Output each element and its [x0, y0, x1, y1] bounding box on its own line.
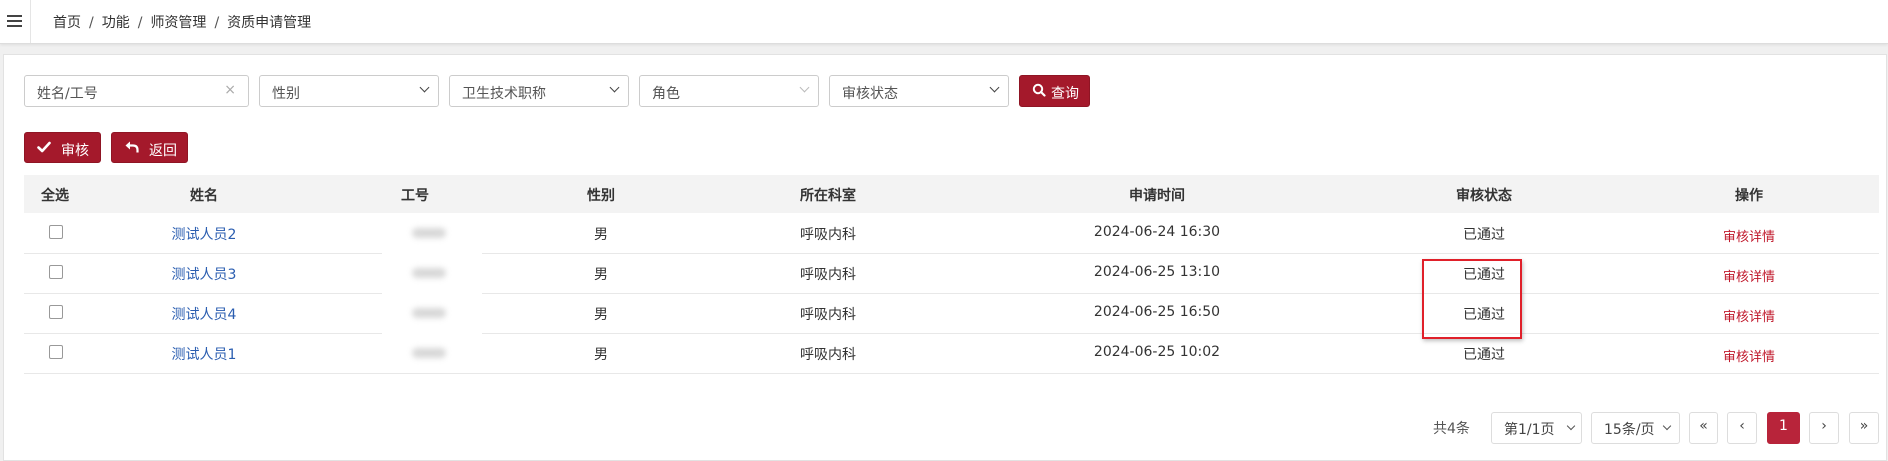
- highlight-annotation-box: [1422, 259, 1522, 339]
- breadcrumb-current: 资质申请管理: [227, 15, 312, 31]
- breadcrumb-separator: /: [214, 15, 220, 31]
- pagination-total: 共4条: [1433, 421, 1470, 437]
- row-checkbox[interactable]: [49, 305, 63, 319]
- gender-header: 性别: [587, 188, 615, 204]
- gender-cell: 男: [594, 227, 608, 243]
- reply-icon: [124, 140, 139, 158]
- staff-id-redacted: [382, 293, 482, 333]
- review-detail-link[interactable]: 审核详情: [1723, 266, 1775, 285]
- last-page-button[interactable]: »: [1849, 412, 1879, 444]
- breadcrumb-separator: /: [89, 15, 94, 31]
- apply-time-cell: 2024-06-25 10:02: [1093, 344, 1221, 360]
- department-cell: 呼吸内科: [800, 307, 856, 323]
- prev-page-button[interactable]: ‹: [1727, 412, 1757, 444]
- id-header: 工号: [401, 188, 429, 204]
- chevron-down-icon: [1566, 421, 1576, 431]
- apply-time-header: 申请时间: [1129, 188, 1185, 204]
- review-button[interactable]: 审核: [24, 132, 101, 163]
- chevron-down-icon: [799, 82, 810, 93]
- current-page-number: 1: [1779, 418, 1788, 434]
- clear-icon[interactable]: ×: [224, 82, 236, 98]
- table-row: 测试人员3 男 呼吸内科 2024-06-25 13:10 已通过 审核详情: [24, 253, 1879, 294]
- breadcrumb-home[interactable]: 首页: [53, 15, 81, 31]
- back-button[interactable]: 返回: [111, 132, 188, 163]
- query-button-label: 查询: [1051, 86, 1079, 102]
- query-button[interactable]: 查询: [1019, 75, 1090, 107]
- status-cell: 已通过: [1463, 347, 1505, 363]
- breadcrumb-teacher-management[interactable]: 师资管理: [150, 15, 206, 31]
- select-all-header[interactable]: 全选: [41, 185, 69, 205]
- apply-time-cell: 2024-06-25 13:10: [1093, 264, 1221, 280]
- department-cell: 呼吸内科: [800, 227, 856, 243]
- role-select[interactable]: 角色: [639, 75, 819, 107]
- review-button-label: 审核: [61, 143, 89, 159]
- operation-header: 操作: [1735, 188, 1763, 204]
- back-button-label: 返回: [149, 143, 177, 159]
- title-select-value: 卫生技术职称: [462, 86, 546, 102]
- row-checkbox[interactable]: [49, 265, 63, 279]
- role-select-value: 角色: [652, 86, 680, 102]
- page-1-button[interactable]: 1: [1767, 412, 1800, 444]
- review-status-header: 审核状态: [1456, 188, 1512, 204]
- staff-name-link[interactable]: 测试人员3: [172, 264, 237, 284]
- top-bar: 首页 / 功能 / 师资管理 / 资质申请管理: [0, 0, 1888, 44]
- check-icon: [37, 140, 51, 158]
- chevron-down-icon: [419, 82, 430, 93]
- status-select-value: 审核状态: [842, 86, 898, 102]
- breadcrumb-separator: /: [137, 15, 143, 31]
- page-size-dropdown[interactable]: 15条/页: [1591, 412, 1680, 444]
- search-input[interactable]: 姓名/工号 ×: [24, 75, 249, 107]
- table-header: 全选 姓名 工号 性别 所在科室 申请时间 审核状态 操作: [24, 175, 1879, 213]
- department-cell: 呼吸内科: [800, 347, 856, 363]
- gender-cell: 男: [594, 347, 608, 363]
- table-row: 测试人员1 男 呼吸内科 2024-06-25 10:02 已通过 审核详情: [24, 333, 1879, 374]
- gender-select[interactable]: 性别: [259, 75, 439, 107]
- gender-cell: 男: [594, 267, 608, 283]
- chevron-down-icon: [1662, 421, 1672, 431]
- last-page-icon: »: [1859, 418, 1869, 434]
- table-row: 测试人员2 男 呼吸内科 2024-06-24 16:30 已通过 审核详情: [24, 213, 1879, 254]
- department-cell: 呼吸内科: [800, 267, 856, 283]
- apply-time-cell: 2024-06-25 16:50: [1093, 304, 1221, 320]
- row-checkbox[interactable]: [49, 345, 63, 359]
- topbar-divider: [30, 0, 31, 43]
- search-input-placeholder: 姓名/工号: [37, 86, 98, 102]
- first-page-button[interactable]: «: [1689, 412, 1718, 444]
- first-page-icon: «: [1699, 418, 1708, 434]
- status-cell: 已通过: [1463, 227, 1505, 243]
- breadcrumb-function[interactable]: 功能: [102, 15, 130, 31]
- chevron-down-icon: [989, 82, 1000, 93]
- page-size-label: 15条/页: [1604, 422, 1655, 438]
- staff-id-redacted: [382, 333, 482, 373]
- next-page-button[interactable]: ›: [1809, 412, 1839, 444]
- menu-icon[interactable]: [3, 10, 25, 32]
- chevron-down-icon: [609, 82, 620, 93]
- review-detail-link[interactable]: 审核详情: [1723, 306, 1775, 325]
- next-page-icon: ›: [1821, 418, 1827, 434]
- review-detail-link[interactable]: 审核详情: [1723, 226, 1775, 245]
- page-info-dropdown[interactable]: 第1/1页: [1491, 412, 1582, 444]
- gender-cell: 男: [594, 307, 608, 323]
- staff-name-link[interactable]: 测试人员4: [172, 304, 237, 324]
- prev-page-icon: ‹: [1739, 418, 1745, 434]
- search-icon: [1032, 82, 1046, 102]
- title-select[interactable]: 卫生技术职称: [449, 75, 629, 107]
- status-select[interactable]: 审核状态: [829, 75, 1009, 107]
- review-detail-link[interactable]: 审核详情: [1723, 346, 1775, 365]
- page-info-label: 第1/1页: [1504, 422, 1555, 438]
- staff-id-redacted: [382, 253, 482, 293]
- staff-name-link[interactable]: 测试人员2: [172, 224, 237, 244]
- row-checkbox[interactable]: [49, 225, 63, 239]
- department-header: 所在科室: [800, 188, 856, 204]
- breadcrumb: 首页 / 功能 / 师资管理 / 资质申请管理: [53, 12, 311, 32]
- staff-id-redacted: [382, 213, 482, 253]
- apply-time-cell: 2024-06-24 16:30: [1093, 224, 1221, 240]
- gender-select-value: 性别: [272, 86, 300, 102]
- name-header: 姓名: [190, 188, 218, 204]
- table-row: 测试人员4 男 呼吸内科 2024-06-25 16:50 已通过 审核详情: [24, 293, 1879, 334]
- staff-name-link[interactable]: 测试人员1: [172, 344, 237, 364]
